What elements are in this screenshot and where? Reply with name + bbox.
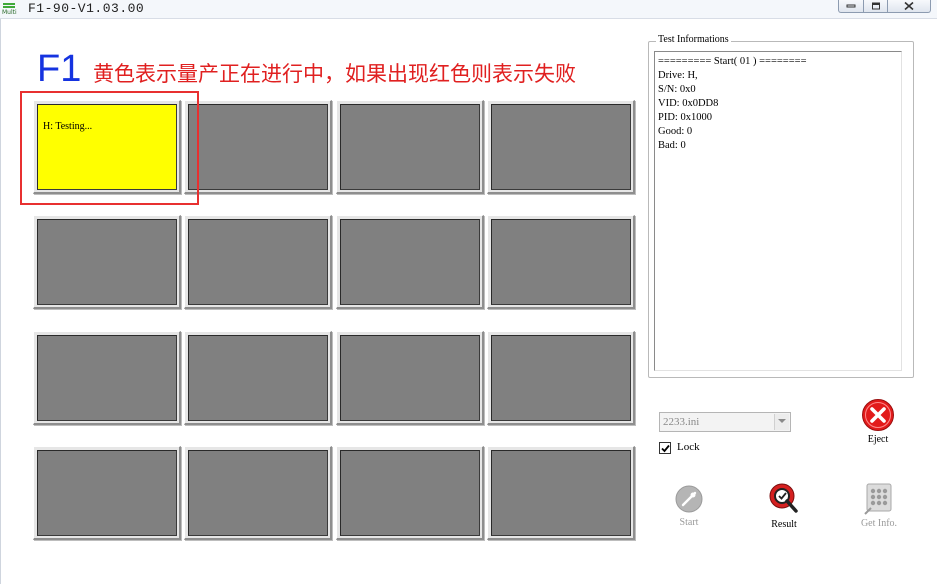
drive-slot[interactable] <box>336 331 484 425</box>
slot-screen <box>340 335 480 421</box>
slot-screen <box>37 450 177 536</box>
slot-screen <box>37 219 177 305</box>
log-line: Bad: 0 <box>658 140 686 151</box>
eject-icon <box>862 399 894 431</box>
drive-slot[interactable] <box>184 331 332 425</box>
drive-slot[interactable] <box>487 100 635 194</box>
minimize-icon <box>846 4 856 8</box>
slot-screen <box>188 335 328 421</box>
eject-label: Eject <box>867 434 889 445</box>
result-label: Result <box>771 519 797 530</box>
minimize-button[interactable] <box>838 0 864 13</box>
drive-slot[interactable] <box>487 215 635 309</box>
slot-screen: H: Testing... <box>37 104 177 190</box>
slot-screen <box>188 219 328 305</box>
result-button[interactable]: Result <box>754 482 814 538</box>
lock-label[interactable]: Lock <box>677 441 700 453</box>
eject-button[interactable]: Eject <box>848 398 908 454</box>
slot-screen <box>188 450 328 536</box>
chevron-down-icon <box>778 419 786 423</box>
maximize-button[interactable] <box>863 0 888 13</box>
dropdown-arrow[interactable] <box>774 414 789 430</box>
slot-screen <box>37 335 177 421</box>
start-button[interactable]: Start <box>659 484 719 540</box>
drive-slot[interactable] <box>184 215 332 309</box>
result-icon <box>769 483 798 513</box>
app-icon-text: Multi <box>2 9 17 16</box>
slot-screen <box>340 219 480 305</box>
checkmark-icon <box>661 444 670 453</box>
slot-screen <box>491 219 631 305</box>
app-icon[interactable]: Multi <box>2 2 18 17</box>
log-line: S/N: 0x0 <box>658 84 696 95</box>
drive-slot[interactable] <box>33 331 181 425</box>
drive-slot[interactable] <box>487 331 635 425</box>
ini-file-select[interactable]: 2233.ini <box>659 412 791 432</box>
drive-slot[interactable] <box>33 446 181 540</box>
drive-slot[interactable] <box>336 215 484 309</box>
slot-status: H: Testing... <box>43 121 93 132</box>
lock-checkbox[interactable] <box>659 442 671 454</box>
slot-screen <box>491 450 631 536</box>
get-info-button[interactable]: Get Info. <box>849 481 909 537</box>
close-button[interactable] <box>887 0 931 13</box>
close-icon <box>904 1 914 11</box>
slot-screen <box>340 450 480 536</box>
drive-slot[interactable] <box>487 446 635 540</box>
drive-slot[interactable] <box>33 215 181 309</box>
log-line: Good: 0 <box>658 126 693 137</box>
get-info-icon <box>864 483 892 515</box>
title-bar[interactable]: Multi F1-90-V1.03.00 <box>0 0 937 19</box>
start-icon <box>675 485 703 513</box>
window-title: F1-90-V1.03.00 <box>28 1 145 16</box>
get-info-label: Get Info. <box>860 518 898 529</box>
slot-screen <box>491 104 631 190</box>
slot-screen <box>188 104 328 190</box>
annotation-note: 黄色表示量产正在进行中，如果出现红色则表示失败 <box>93 62 576 86</box>
brand-logo: F1 <box>37 48 82 90</box>
restore-icon <box>871 2 880 10</box>
slot-screen <box>340 104 480 190</box>
test-info-legend: Test Informations <box>656 34 731 45</box>
log-line: Drive: H, <box>658 70 698 81</box>
test-info-log[interactable]: ========= Start( 01 ) ======== Drive: H, S… <box>654 51 902 371</box>
start-label: Start <box>679 517 699 528</box>
slot-screen <box>491 335 631 421</box>
log-line: VID: 0x0DD8 <box>658 98 719 109</box>
drive-slot[interactable] <box>184 446 332 540</box>
drive-slot[interactable] <box>336 446 484 540</box>
ini-file-value: 2233.ini <box>663 416 700 428</box>
drive-slot[interactable]: H: Testing... <box>33 100 181 194</box>
drive-slot[interactable] <box>336 100 484 194</box>
log-line: PID: 0x1000 <box>658 112 712 123</box>
log-line: ========= Start( 01 ) ======== <box>658 56 807 67</box>
drive-slot[interactable] <box>184 100 332 194</box>
